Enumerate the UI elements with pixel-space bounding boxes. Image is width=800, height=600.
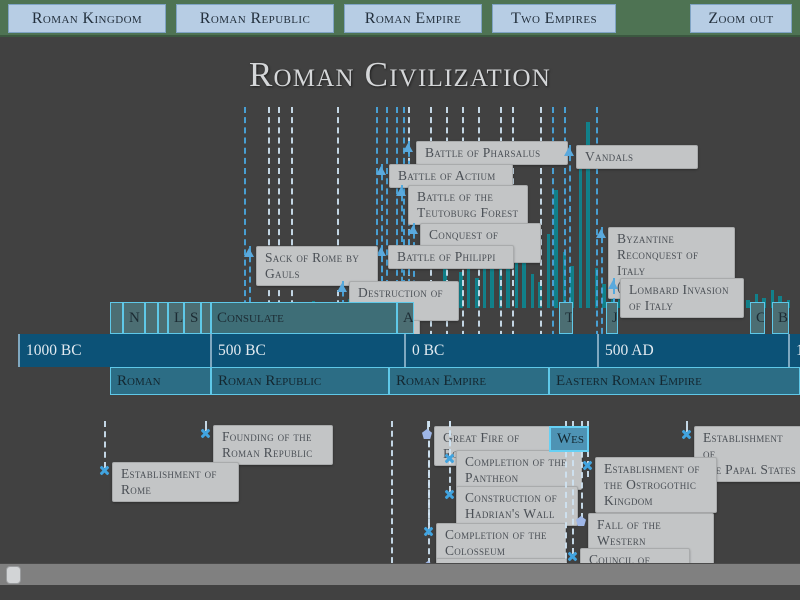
event-label[interactable]: Establishment of the Ostrogothic Kingdom <box>595 457 717 513</box>
toolbar-button-roman-kingdom[interactable]: Roman Kingdom <box>8 4 166 33</box>
period-block-c[interactable]: C <box>750 302 765 334</box>
event-label[interactable]: Construction of Hadrian's Wall <box>456 486 578 526</box>
event-marker-x-icon[interactable] <box>567 551 578 562</box>
period-block-b[interactable]: B <box>772 302 789 334</box>
era-band-roman-empire[interactable]: Roman Empire <box>389 367 549 395</box>
era-sub-band-selected[interactable]: Wes <box>549 426 589 452</box>
horizontal-scrollbar[interactable] <box>0 563 800 585</box>
bottom-gap <box>0 585 800 600</box>
period-block-t[interactable]: T <box>559 302 573 334</box>
scrollbar-thumb[interactable] <box>6 566 21 584</box>
event-label[interactable]: Founding of the Roman Republic <box>213 425 333 465</box>
event-marker-x-icon[interactable] <box>681 429 692 440</box>
event-label[interactable]: Completion of the Pantheon <box>456 450 582 490</box>
event-label[interactable]: Council of Chalcedon <box>580 548 690 563</box>
event-marker-x-icon[interactable] <box>444 489 455 500</box>
period-block-consulate[interactable]: Consulate <box>211 302 397 334</box>
event-connector-line <box>428 421 430 563</box>
event-marker-x-icon[interactable] <box>582 460 593 471</box>
toolbar-button-two-empires[interactable]: Two Empires <box>492 4 616 33</box>
axis-tick-label: 10 <box>788 334 800 367</box>
era-band-roman-republic[interactable]: Roman Republic <box>211 367 389 395</box>
period-block-s[interactable]: S <box>184 302 201 334</box>
period-block[interactable] <box>201 302 211 334</box>
toolbar-button-roman-empire[interactable]: Roman Empire <box>344 4 482 33</box>
time-axis[interactable]: 1000 BC 500 BC 0 BC 500 AD 10 <box>18 334 800 367</box>
periods-row: NLS ConsulateA T J CB <box>0 302 800 334</box>
event-connector-line <box>391 421 393 563</box>
axis-tick-label: 500 BC <box>210 334 266 367</box>
axis-tick-label: 500 AD <box>597 334 654 367</box>
period-block[interactable] <box>158 302 168 334</box>
event-label[interactable]: Establishment of Rome <box>112 462 239 502</box>
toolbar-button-roman-republic[interactable]: Roman Republic <box>176 4 334 33</box>
event-marker-x-icon[interactable] <box>444 453 455 464</box>
event-connector-line <box>104 421 106 468</box>
era-band-roman[interactable]: Roman <box>110 367 211 395</box>
period-block[interactable] <box>145 302 158 334</box>
period-block[interactable] <box>110 302 123 334</box>
toolbar-button-zoom-out[interactable]: Zoom out <box>690 4 792 33</box>
period-block-a[interactable]: A <box>397 302 414 334</box>
event-marker-x-icon[interactable] <box>99 465 110 476</box>
toolbar: Roman Kingdom Roman Republic Roman Empire T… <box>0 0 800 37</box>
eras-row: Roman Roman Republic Roman Empire Eastern R… <box>0 367 800 395</box>
period-block-j[interactable]: J <box>606 302 618 334</box>
era-band-eastern-roman-empire[interactable]: Eastern Roman Empire <box>549 367 800 395</box>
axis-tick-label: 1000 BC <box>18 334 82 367</box>
event-marker-x-icon[interactable] <box>423 526 434 537</box>
timeline-canvas[interactable]: Roman Civilization Battle of Pharsalus Ba… <box>0 37 800 563</box>
period-block-n[interactable]: N <box>123 302 145 334</box>
event-label[interactable]: Completion of the Colosseum <box>436 523 566 563</box>
axis-tick-label: 0 BC <box>404 334 444 367</box>
timeline-app: Roman Kingdom Roman Republic Roman Empire T… <box>0 0 800 600</box>
period-block-l[interactable]: L <box>168 302 184 334</box>
event-marker-x-icon[interactable] <box>200 428 211 439</box>
